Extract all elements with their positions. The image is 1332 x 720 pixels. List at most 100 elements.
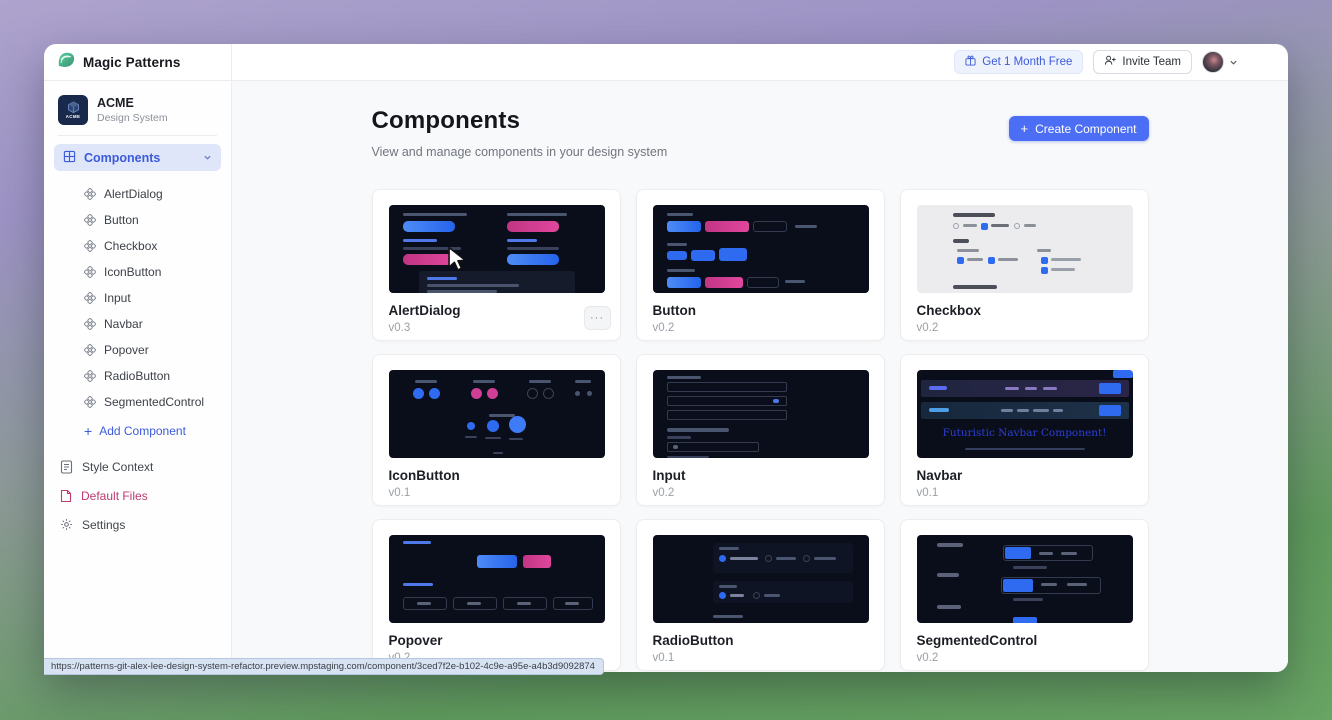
card-title: Button — [653, 303, 868, 318]
card-button[interactable]: Button v0.2 — [636, 189, 885, 341]
plus-icon: + — [1021, 121, 1029, 136]
user-menu[interactable] — [1202, 51, 1238, 73]
card-radiobutton[interactable]: RadioButton v0.1 — [636, 519, 885, 671]
card-title: SegmentedControl — [917, 633, 1132, 648]
sidebar-item-checkbox[interactable]: Checkbox — [44, 233, 231, 259]
document-icon — [60, 460, 73, 474]
card-title: Popover — [389, 633, 604, 648]
sidebar-item-label: Checkbox — [104, 239, 157, 253]
card-alertdialog[interactable]: AlertDialog v0.3 ··· — [372, 189, 621, 341]
card-version: v0.2 — [917, 652, 1132, 664]
sidebar-item-label: Navbar — [104, 317, 143, 331]
plus-icon: + — [84, 424, 92, 438]
card-iconbutton[interactable]: IconButton v0.1 — [372, 354, 621, 506]
component-thumbnail: Futuristic Navbar Component! — [917, 370, 1133, 458]
component-thumbnail — [653, 370, 869, 458]
component-icon — [84, 396, 96, 408]
component-thumbnail — [389, 535, 605, 623]
magic-patterns-logo-icon — [57, 52, 76, 73]
component-list: AlertDialog Button Checkbox IconButton I… — [44, 181, 231, 415]
card-checkbox[interactable]: Checkbox v0.2 — [900, 189, 1149, 341]
add-component-button[interactable]: + Add Component — [44, 417, 231, 444]
component-thumbnail — [653, 535, 869, 623]
chevron-down-icon — [203, 153, 212, 162]
component-icon — [84, 214, 96, 226]
card-version: v0.1 — [917, 487, 1132, 499]
topbar-actions: Get 1 Month Free Invite Team — [232, 44, 1288, 80]
navbar-caption: Futuristic Navbar Component! — [917, 427, 1133, 439]
component-icon — [84, 344, 96, 356]
component-thumbnail — [389, 205, 605, 293]
sidebar-item-style-context[interactable]: Style Context — [44, 452, 231, 481]
brand-name: Magic Patterns — [83, 55, 180, 70]
sidebar-item-input[interactable]: Input — [44, 285, 231, 311]
brand-zone[interactable]: Magic Patterns — [44, 44, 232, 80]
card-version: v0.2 — [917, 322, 1132, 334]
card-title: Checkbox — [917, 303, 1132, 318]
card-navbar[interactable]: Futuristic Navbar Component! Navbar v0.1 — [900, 354, 1149, 506]
workspace-switcher[interactable]: ACME ACME Design System — [44, 87, 231, 135]
chevron-down-icon — [1229, 58, 1238, 67]
component-icon — [84, 370, 96, 382]
sidebar-item-settings[interactable]: Settings — [44, 510, 231, 539]
sidebar-item-label: IconButton — [104, 265, 161, 279]
browser-status-url: https://patterns-git-alex-lee-design-sys… — [44, 658, 604, 675]
card-segmentedcontrol[interactable]: SegmentedControl v0.2 — [900, 519, 1149, 671]
workspace-name: ACME — [97, 96, 168, 110]
topbar: Magic Patterns Get 1 Month Free Invite T… — [44, 44, 1288, 81]
card-title: Navbar — [917, 468, 1132, 483]
sidebar-item-segmentedcontrol[interactable]: SegmentedControl — [44, 389, 231, 415]
sidebar-item-radiobutton[interactable]: RadioButton — [44, 363, 231, 389]
sidebar: ACME ACME Design System Components Alert… — [44, 81, 232, 672]
sidebar-item-label: SegmentedControl — [104, 395, 204, 409]
create-component-button[interactable]: + Create Component — [1009, 116, 1149, 141]
card-title: AlertDialog — [389, 303, 604, 318]
card-version: v0.2 — [653, 487, 868, 499]
get-month-free-button[interactable]: Get 1 Month Free — [954, 50, 1083, 74]
sidebar-item-label: Button — [104, 213, 139, 227]
component-grid: AlertDialog v0.3 ··· Button v0.2 Checkbo… — [372, 189, 1149, 671]
main-content: Components View and manage components in… — [232, 81, 1288, 672]
card-popover[interactable]: Popover v0.2 — [372, 519, 621, 671]
component-icon — [84, 188, 96, 200]
gift-icon — [965, 55, 976, 69]
grid-icon — [63, 150, 76, 166]
card-version: v0.2 — [653, 322, 868, 334]
acme-logo-icon: ACME — [58, 95, 88, 125]
sidebar-item-label: RadioButton — [104, 369, 170, 383]
sidebar-item-navbar[interactable]: Navbar — [44, 311, 231, 337]
card-title: IconButton — [389, 468, 604, 483]
component-thumbnail — [917, 535, 1133, 623]
sidebar-item-popover[interactable]: Popover — [44, 337, 231, 363]
invite-team-button[interactable]: Invite Team — [1093, 50, 1192, 74]
sidebar-item-alertdialog[interactable]: AlertDialog — [44, 181, 231, 207]
sidebar-item-iconbutton[interactable]: IconButton — [44, 259, 231, 285]
component-thumbnail — [917, 205, 1133, 293]
card-input[interactable]: Input v0.2 — [636, 354, 885, 506]
card-version: v0.1 — [653, 652, 868, 664]
component-icon — [84, 266, 96, 278]
avatar — [1202, 51, 1224, 73]
sidebar-item-label: Popover — [104, 343, 149, 357]
gear-icon — [60, 518, 73, 531]
app-window: Magic Patterns Get 1 Month Free Invite T… — [44, 44, 1288, 672]
component-icon — [84, 292, 96, 304]
sidebar-item-default-files[interactable]: Default Files — [44, 481, 231, 510]
sidebar-item-components[interactable]: Components — [54, 144, 221, 171]
file-icon — [60, 489, 72, 503]
divider — [58, 135, 217, 136]
sidebar-item-label: Input — [104, 291, 131, 305]
card-version: v0.1 — [389, 487, 604, 499]
page-title: Components — [372, 107, 668, 135]
component-icon — [84, 240, 96, 252]
person-plus-icon — [1104, 55, 1116, 69]
page-subtitle: View and manage components in your desig… — [372, 145, 668, 159]
sidebar-item-button[interactable]: Button — [44, 207, 231, 233]
card-title: RadioButton — [653, 633, 868, 648]
card-title: Input — [653, 468, 868, 483]
component-icon — [84, 318, 96, 330]
workspace-type: Design System — [97, 112, 168, 124]
card-menu-button[interactable]: ··· — [584, 306, 611, 330]
sidebar-item-label: AlertDialog — [104, 187, 163, 201]
component-thumbnail — [389, 370, 605, 458]
